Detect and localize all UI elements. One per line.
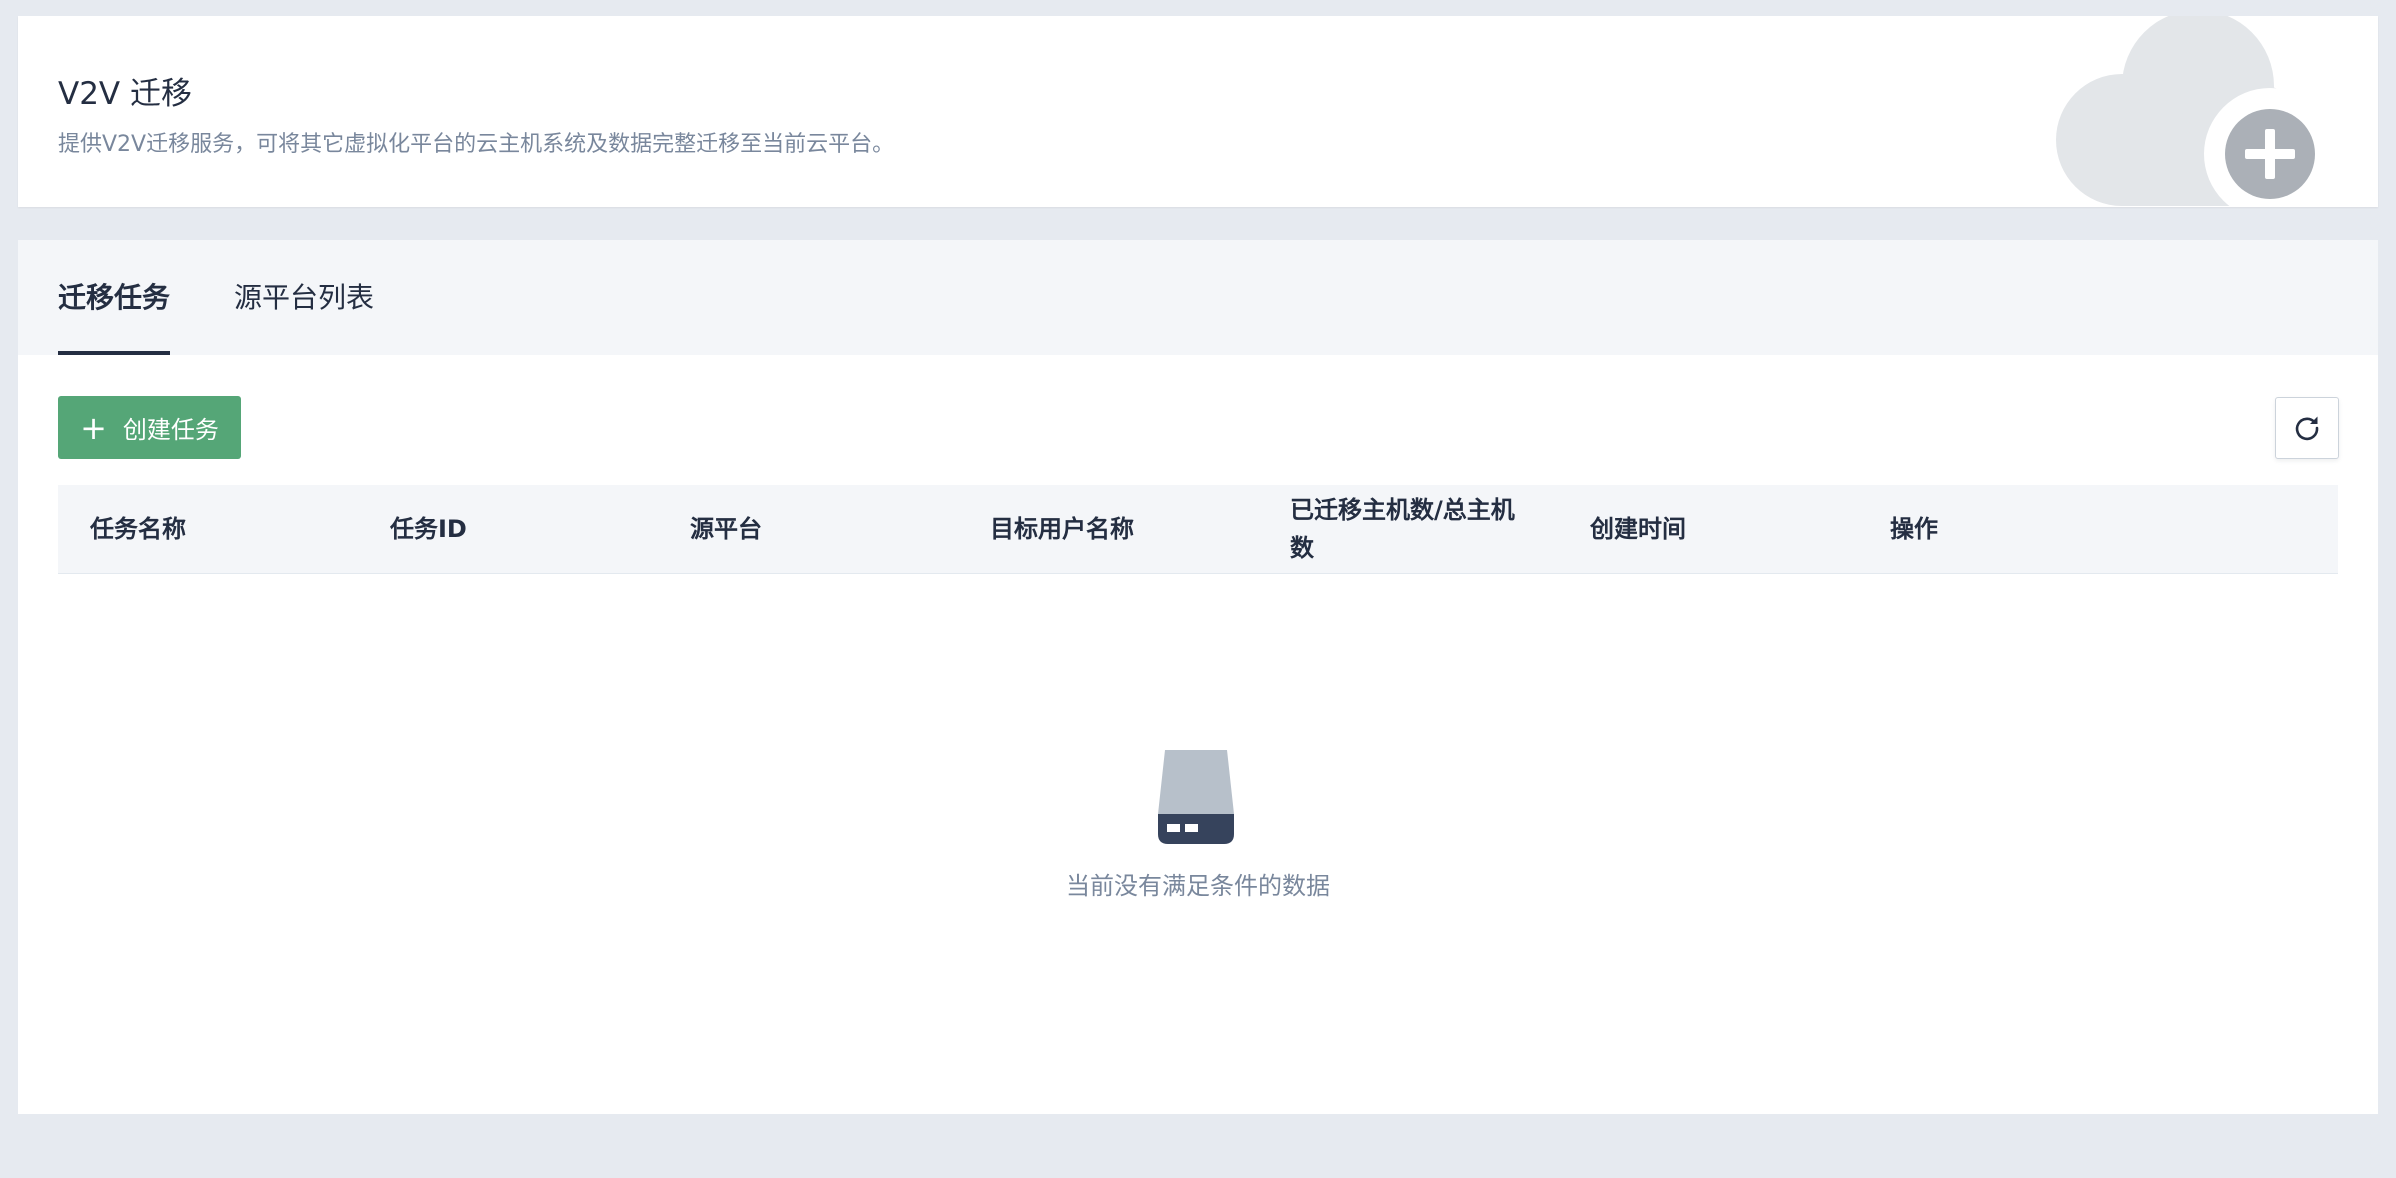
cloud-add-icon	[2054, 16, 2336, 207]
page-description: 提供V2V迁移服务，可将其它虚拟化平台的云主机系统及数据完整迁移至当前云平台。	[58, 132, 895, 157]
migration-panel: 迁移任务 源平台列表 + 创建任务 任务名称 任务ID 源平台 目标用户名称 已…	[18, 240, 2378, 1114]
page-header: V2V 迁移 提供V2V迁移服务，可将其它虚拟化平台的云主机系统及数据完整迁移至…	[18, 16, 2378, 207]
table-header: 任务名称 任务ID 源平台 目标用户名称 已迁移主机数/总主机数 创建时间 操作	[58, 485, 2338, 574]
disk-icon	[1157, 748, 1235, 844]
plus-icon: +	[80, 408, 107, 447]
column-source-platform[interactable]: 源平台	[690, 485, 950, 573]
tab-migration-tasks[interactable]: 迁移任务	[58, 240, 171, 355]
refresh-button[interactable]	[2275, 397, 2339, 459]
column-target-user[interactable]: 目标用户名称	[990, 485, 1250, 573]
create-task-button[interactable]: + 创建任务	[58, 396, 241, 459]
column-task-name[interactable]: 任务名称	[90, 485, 350, 573]
tab-source-platforms[interactable]: 源平台列表	[234, 240, 374, 355]
page-title: V2V 迁移	[58, 76, 192, 112]
column-actions: 操作	[1890, 515, 1938, 543]
refresh-icon	[2295, 416, 2319, 441]
tabs-bar: 迁移任务 源平台列表	[18, 240, 2378, 355]
create-task-label: 创建任务	[122, 416, 219, 444]
column-migrated-hosts[interactable]: 已迁移主机数/总主机数	[1290, 485, 1530, 573]
column-created-time[interactable]: 创建时间	[1590, 485, 1850, 573]
empty-state-text: 当前没有满足条件的数据	[1066, 872, 1330, 900]
column-task-id[interactable]: 任务ID	[390, 485, 650, 573]
